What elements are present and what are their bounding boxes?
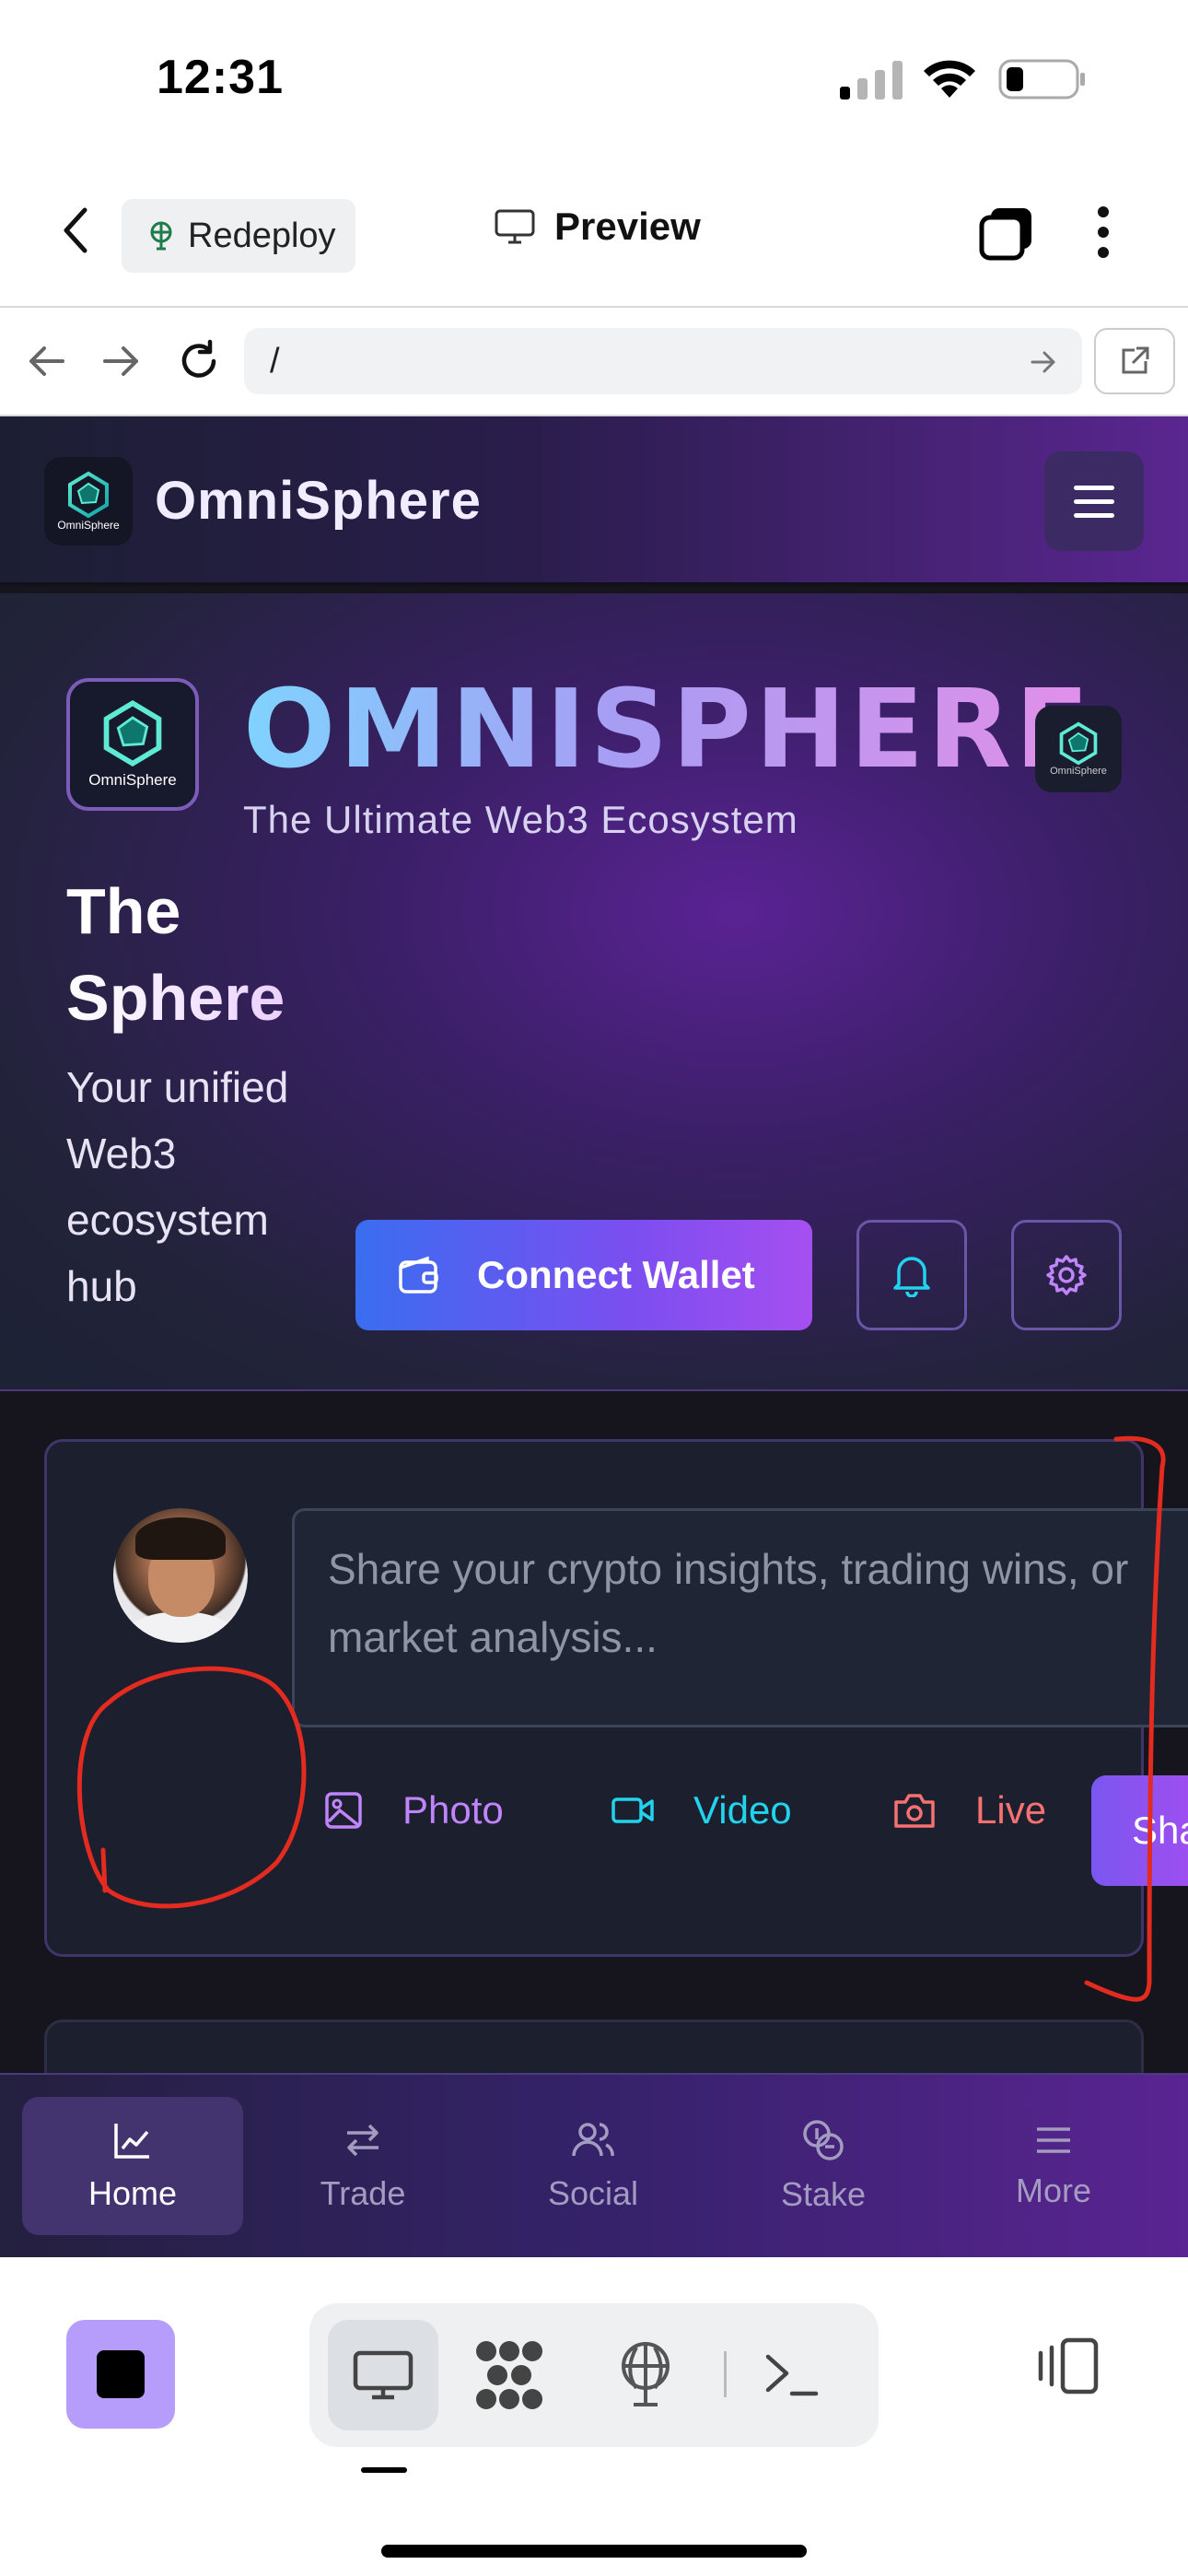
photo-button[interactable]: Photo [323,1788,504,1832]
photo-label: Photo [402,1788,504,1832]
menu-bar-icon [1074,512,1114,518]
menu-bar-icon [1074,498,1114,504]
active-tab-indicator [361,2467,407,2473]
settings-button[interactable] [1011,1220,1122,1330]
preview-view-tab[interactable] [328,2320,438,2430]
monitor-icon [495,209,535,244]
coins-icon [803,2120,844,2160]
nav-stake-label: Stake [780,2175,867,2213]
app-header: OmniSphere OmniSphere [0,416,1188,586]
device-layout-icon[interactable] [1031,2336,1101,2395]
browser-url-bar: / [0,306,1188,416]
section-title-line2: Sphere [66,954,343,1041]
battery-icon [998,59,1085,100]
logo-caption: OmniSphere [88,771,177,789]
nav-home[interactable]: Home [22,2097,243,2235]
preview-toggle[interactable]: Preview [494,205,701,249]
editor-dock [0,2257,1188,2576]
arrows-swap-icon [347,2124,379,2157]
home-indicator [381,2545,807,2558]
preview-label: Preview [554,205,701,248]
floating-logo: OmniSphere [1035,706,1122,792]
video-button[interactable]: Video [611,1788,792,1832]
live-button[interactable]: Live [892,1788,1046,1832]
post-input[interactable]: Share your crypto insights, trading wins… [292,1508,1188,1727]
status-time: 12:31 [157,51,284,104]
section-description: Your unified Web3 ecosystem hub [66,1063,289,1310]
bell-icon [893,1257,930,1297]
divider [724,2351,727,2397]
stop-icon [97,2350,145,2398]
status-bar: 12:31 [0,0,1188,157]
tabs-icon[interactable] [978,205,1035,262]
wifi-icon [924,60,975,98]
menu-bar-icon [1074,485,1114,490]
redeploy-label: Redeploy [188,216,336,255]
back-chevron-icon[interactable] [57,205,94,256]
deploy-globe-icon[interactable] [617,2340,674,2408]
nav-more[interactable]: More [943,2097,1164,2235]
chart-line-icon [114,2124,149,2159]
section-title-line1: The [66,875,181,947]
logo-caption: OmniSphere [1050,766,1107,777]
menu-icon [1037,2127,1070,2153]
sphere-logo-icon [68,471,109,519]
nav-stake[interactable]: Stake [713,2097,934,2235]
hero-title: OMNISPHERE [243,665,1093,792]
hero-logo: OmniSphere [66,678,199,811]
connect-wallet-label: Connect Wallet [477,1253,755,1296]
live-label: Live [975,1788,1047,1832]
browser-back-icon[interactable] [26,343,66,380]
bottom-nav: Home Trade Social Stake More [0,2073,1188,2257]
nav-home-label: Home [87,2174,178,2212]
stop-button[interactable] [66,2320,175,2429]
connect-wallet-button[interactable]: Connect Wallet [355,1220,812,1330]
hero-section: OmniSphere OMNISPHERE OmniSphere The Ult… [0,593,1188,1391]
logo-caption: OmniSphere [57,519,120,532]
nav-social-label: Social [547,2174,639,2212]
video-label: Video [693,1788,792,1832]
reload-icon[interactable] [177,339,221,383]
open-external-button[interactable] [1094,328,1175,394]
post-composer: Share your crypto insights, trading wins… [44,1439,1188,1957]
hamburger-menu-button[interactable] [1044,451,1144,551]
image-icon [325,1792,362,1829]
url-input[interactable]: / [244,328,1082,394]
nav-trade[interactable]: Trade [252,2097,473,2235]
section-title: The Sphere [66,868,343,1041]
nav-social[interactable]: Social [483,2097,704,2235]
gear-icon [1046,1255,1087,1295]
browser-forward-icon[interactable] [101,343,142,380]
hero-subtitle: The Ultimate Web3 Ecosystem [243,798,798,841]
editor-top-bar: Redeploy Preview [0,157,1188,306]
integrations-icon[interactable] [473,2338,545,2412]
brand-name: OmniSphere [155,471,482,531]
sphere-logo-icon [103,699,162,767]
monitor-icon [353,2350,413,2400]
avatar[interactable] [113,1508,248,1643]
app-preview: OmniSphere OmniSphere OmniSphere OMNISPH… [0,416,1188,2257]
video-icon [611,1797,654,1823]
redeploy-button[interactable]: Redeploy [122,199,355,273]
users-icon [572,2123,614,2157]
signal-icon [840,61,903,100]
wallet-icon [399,1256,438,1294]
share-button[interactable]: Share [1091,1775,1188,1886]
terminal-icon[interactable] [763,2348,820,2403]
globe-deploy-icon [150,221,172,251]
app-logo[interactable]: OmniSphere [44,457,133,545]
more-vertical-icon[interactable] [1096,205,1111,260]
view-switcher [309,2303,879,2447]
camera-icon [894,1794,935,1828]
sphere-logo-icon [1059,721,1098,766]
go-arrow-icon[interactable] [1030,348,1057,376]
notifications-button[interactable] [856,1220,967,1330]
nav-trade-label: Trade [320,2174,406,2212]
external-link-icon [1122,346,1149,374]
nav-more-label: More [1015,2172,1092,2209]
